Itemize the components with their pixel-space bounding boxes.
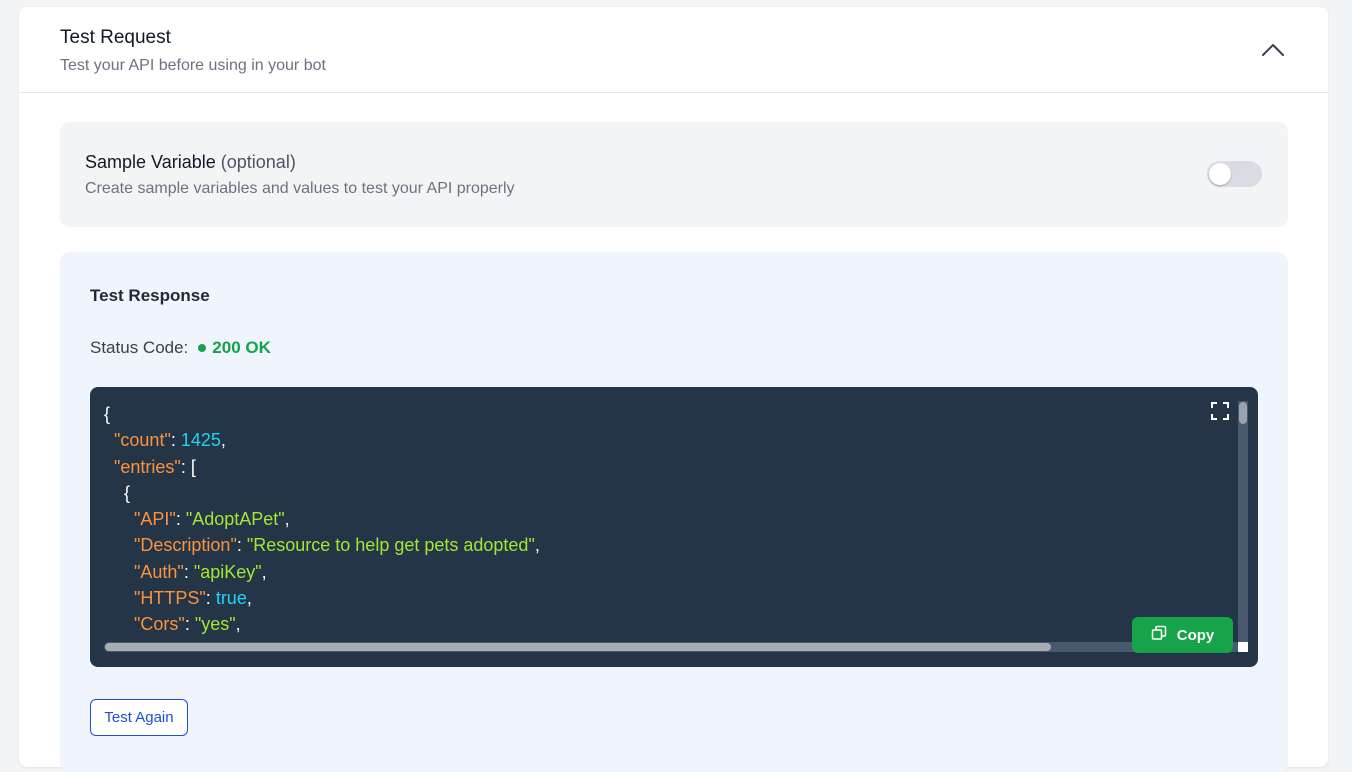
test-again-button[interactable]: Test Again: [90, 699, 188, 736]
status-value: 200 OK: [212, 338, 271, 357]
scrollbar-corner: [1238, 642, 1248, 652]
code-line: "Cors": "yes",: [134, 614, 241, 635]
page-title: Test Request: [60, 27, 171, 48]
test-request-card: Test Request Test your API before using …: [19, 7, 1328, 772]
code-line: "HTTPS": true,: [134, 588, 252, 609]
copy-icon: [1151, 625, 1167, 645]
test-response-panel: Test Response Status Code: 200 OK { "cou…: [60, 252, 1288, 772]
copy-button[interactable]: Copy: [1132, 617, 1233, 653]
code-line: "API": "AdoptAPet",: [134, 509, 290, 530]
code-line: {: [104, 404, 111, 424]
sample-variable-description: Create sample variables and values to te…: [85, 180, 515, 197]
code-lines: { "count": 1425, "entries": [ { "API": "…: [104, 401, 540, 638]
toggle-knob: [1209, 163, 1231, 185]
sample-variable-toggle[interactable]: [1207, 161, 1262, 187]
page-subtitle: Test your API before using in your bot: [60, 57, 326, 74]
code-line: {: [124, 482, 131, 503]
chevron-up-icon[interactable]: [1257, 35, 1289, 63]
optional-label: (optional): [220, 152, 296, 172]
vertical-scrollbar[interactable]: [1238, 401, 1248, 651]
copy-label: Copy: [1176, 626, 1215, 644]
test-response-title: Test Response: [90, 286, 210, 305]
code-line: "entries": [: [114, 456, 196, 477]
code-line: "Auth": "apiKey",: [134, 561, 267, 582]
sample-variable-title: Sample Variable (optional): [85, 152, 296, 173]
card-header[interactable]: Test Request Test your API before using …: [19, 7, 1328, 93]
status-label: Status Code:: [90, 338, 189, 357]
code-line: "Description": "Resource to help get pet…: [134, 535, 540, 556]
status-row: Status Code: 200 OK: [90, 338, 271, 358]
response-code-block[interactable]: { "count": 1425, "entries": [ { "API": "…: [90, 387, 1258, 667]
sample-variable-label: Sample Variable: [85, 152, 216, 172]
vertical-scrollbar-thumb[interactable]: [1239, 402, 1247, 424]
code-line: "count": 1425,: [114, 430, 226, 451]
status-dot-icon: [198, 344, 207, 352]
horizontal-scrollbar-thumb[interactable]: [105, 643, 1051, 651]
sample-variable-panel: Sample Variable (optional) Create sample…: [60, 122, 1288, 227]
fullscreen-icon[interactable]: [1210, 401, 1230, 421]
